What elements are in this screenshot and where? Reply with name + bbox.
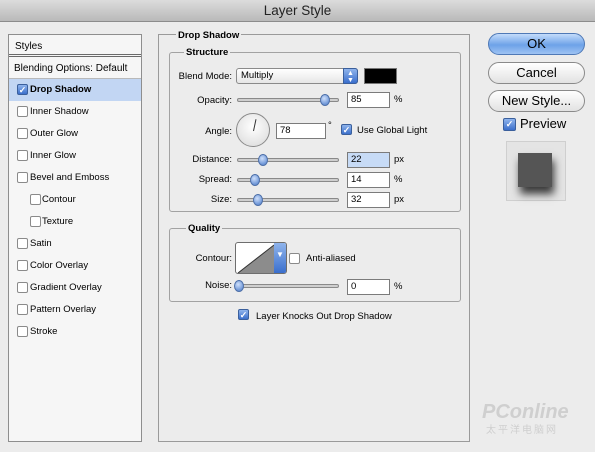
style-item-inner-glow[interactable]: Inner Glow: [9, 145, 141, 167]
style-item-contour[interactable]: Contour: [9, 189, 141, 211]
opacity-slider-thumb[interactable]: [320, 94, 330, 106]
styles-list: Styles Blending Options: Default ✓ Drop S…: [8, 34, 142, 442]
angle-field[interactable]: 78: [276, 123, 326, 139]
blend-mode-value: Multiply: [241, 70, 274, 81]
distance-slider[interactable]: [237, 154, 339, 166]
contour-label: Contour:: [195, 253, 232, 264]
opacity-slider[interactable]: [237, 94, 339, 106]
spread-field[interactable]: 14: [347, 172, 390, 188]
watermark-sub: 太平洋电脑网: [486, 425, 558, 436]
size-label: Size:: [210, 194, 232, 205]
angle-label: Angle:: [205, 126, 232, 137]
distance-field[interactable]: 22: [347, 152, 390, 168]
size-field[interactable]: 32: [347, 192, 390, 208]
opacity-field[interactable]: 85: [347, 92, 390, 108]
style-item-label: Color Overlay: [30, 260, 89, 271]
distance-label: Distance:: [192, 154, 232, 165]
style-item-label: Gradient Overlay: [30, 282, 102, 293]
ok-button[interactable]: OK: [488, 33, 585, 55]
style-item-checkbox[interactable]: [30, 194, 41, 205]
blend-mode-select[interactable]: Multiply ▲ ▼: [236, 68, 358, 84]
style-item-label: Texture: [42, 216, 74, 227]
style-item-checkbox[interactable]: [17, 326, 28, 337]
blend-mode-label: Blend Mode:: [178, 71, 232, 82]
style-item-checkbox[interactable]: [17, 106, 28, 117]
size-slider-thumb[interactable]: [253, 194, 263, 206]
noise-slider[interactable]: [234, 280, 339, 292]
anti-aliased-checkbox[interactable]: [289, 253, 300, 264]
style-item-texture[interactable]: Texture: [9, 211, 141, 233]
style-item-satin[interactable]: Satin: [9, 233, 141, 255]
style-item-checkbox[interactable]: [30, 216, 41, 227]
size-unit: px: [394, 194, 405, 205]
knocks-out-label: Layer Knocks Out Drop Shadow: [256, 311, 392, 322]
style-item-label: Bevel and Emboss: [30, 172, 110, 183]
style-item-label: Contour: [42, 194, 76, 205]
spread-unit: %: [394, 174, 403, 185]
contour-dropdown-arrow-icon: ▼: [274, 243, 286, 273]
style-item-checkbox[interactable]: [17, 304, 28, 315]
knocks-out-checkbox[interactable]: ✓: [238, 309, 249, 320]
distance-unit: px: [394, 154, 405, 165]
anti-aliased-label: Anti-aliased: [306, 253, 356, 264]
style-item-checkbox[interactable]: [17, 128, 28, 139]
style-item-label: Pattern Overlay: [30, 304, 96, 315]
style-item-label: Inner Glow: [30, 150, 76, 161]
style-item-pattern-overlay[interactable]: Pattern Overlay: [9, 299, 141, 321]
angle-dial[interactable]: [236, 113, 270, 147]
angle-dial-hand: [253, 119, 257, 132]
style-item-label: Drop Shadow: [30, 84, 92, 95]
window-title: Layer Style: [0, 0, 595, 22]
use-global-light-checkbox[interactable]: ✓: [341, 124, 352, 135]
opacity-unit: %: [394, 94, 403, 105]
preview-checkbox[interactable]: ✓: [503, 118, 516, 131]
size-slider[interactable]: [237, 194, 339, 206]
style-item-checkbox[interactable]: [17, 172, 28, 183]
preview-thumbnail: [506, 141, 566, 201]
style-item-inner-shadow[interactable]: Inner Shadow: [9, 101, 141, 123]
style-item-checkbox[interactable]: [17, 260, 28, 271]
style-item-label: Inner Shadow: [30, 106, 89, 117]
style-item-checkbox[interactable]: ✓: [17, 84, 28, 95]
style-item-checkbox[interactable]: [17, 150, 28, 161]
select-arrows-icon: ▲ ▼: [343, 68, 358, 84]
cancel-button[interactable]: Cancel: [488, 62, 585, 84]
style-item-checkbox[interactable]: [17, 238, 28, 249]
style-item-bevel-and-emboss[interactable]: Bevel and Emboss: [9, 167, 141, 189]
contour-curve-icon: [237, 244, 275, 273]
style-item-checkbox[interactable]: [17, 282, 28, 293]
contour-picker[interactable]: ▼: [235, 242, 287, 274]
style-item-label: Satin: [30, 238, 52, 249]
drop-shadow-title: Drop Shadow: [176, 30, 242, 41]
preview-label: Preview: [520, 116, 567, 131]
preview-square: [518, 153, 552, 187]
style-item-color-overlay[interactable]: Color Overlay: [9, 255, 141, 277]
noise-unit: %: [394, 281, 403, 292]
quality-title: Quality: [186, 223, 223, 234]
spread-label: Spread:: [198, 174, 232, 185]
spread-slider[interactable]: [237, 174, 339, 186]
opacity-label: Opacity:: [197, 95, 232, 106]
structure-title: Structure: [184, 47, 231, 58]
use-global-light-label: Use Global Light: [357, 125, 428, 136]
shadow-color-swatch[interactable]: [364, 68, 397, 84]
style-item-outer-glow[interactable]: Outer Glow: [9, 123, 141, 145]
distance-slider-thumb[interactable]: [258, 154, 268, 166]
style-item-label: Outer Glow: [30, 128, 79, 139]
angle-unit: °: [328, 120, 332, 131]
style-item-label: Stroke: [30, 326, 58, 337]
noise-slider-thumb[interactable]: [234, 280, 244, 292]
new-style-button[interactable]: New Style...: [488, 90, 585, 112]
style-item-drop-shadow[interactable]: ✓ Drop Shadow: [9, 79, 141, 101]
styles-header[interactable]: Styles: [9, 35, 141, 57]
spread-slider-thumb[interactable]: [250, 174, 260, 186]
blending-options-item[interactable]: Blending Options: Default: [9, 57, 141, 79]
style-item-gradient-overlay[interactable]: Gradient Overlay: [9, 277, 141, 299]
noise-label: Noise:: [205, 280, 232, 291]
noise-field[interactable]: 0: [347, 279, 390, 295]
style-item-stroke[interactable]: Stroke: [9, 321, 141, 343]
style-items: ✓ Drop Shadow Inner Shadow Outer Glow Inner …: [9, 79, 141, 343]
